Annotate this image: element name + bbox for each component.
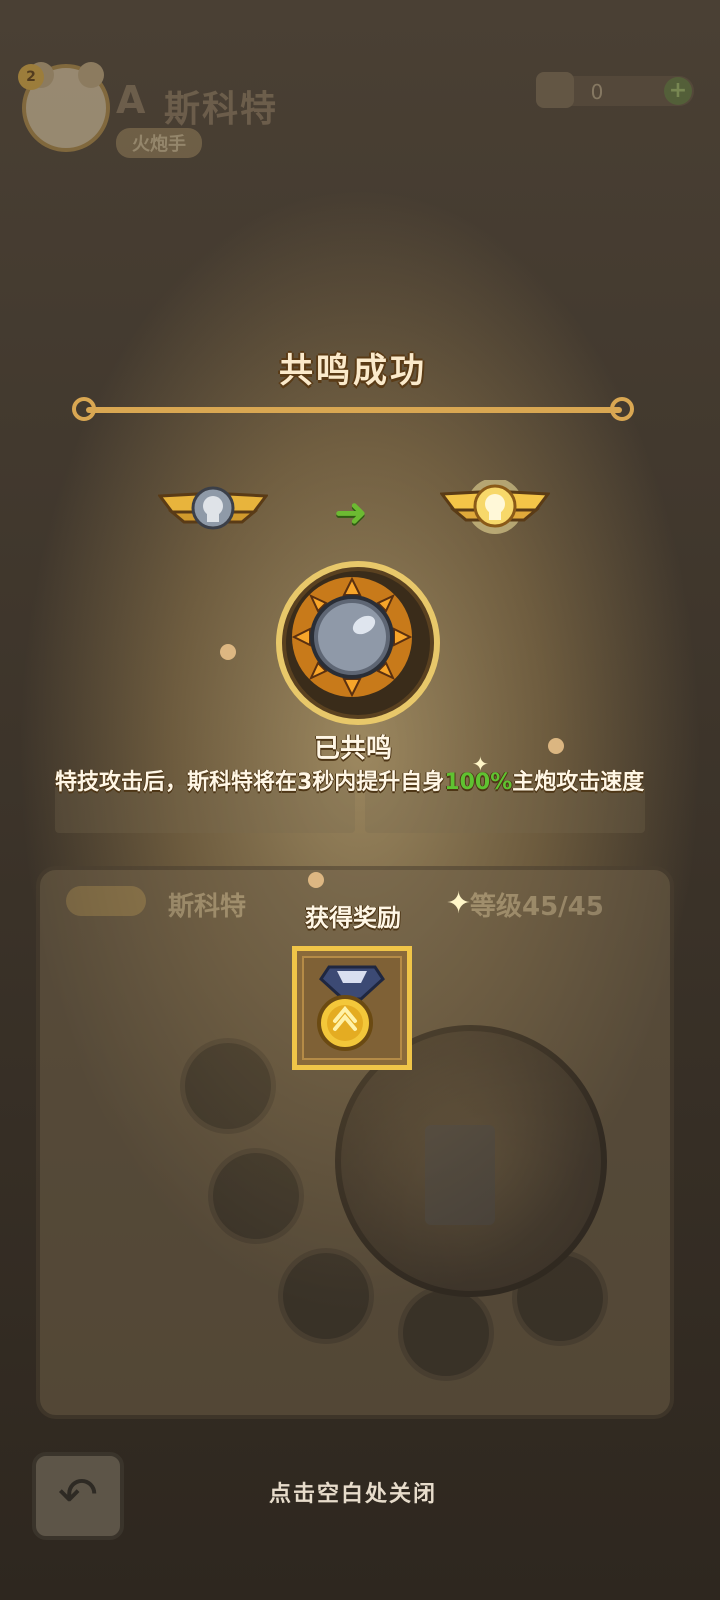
cannon-barrel: [425, 1125, 495, 1225]
resonance-status: 已共鸣: [313, 734, 392, 764]
hero-grade: A: [116, 78, 146, 122]
divider-ornament-right: [610, 397, 634, 421]
title-divider: [86, 407, 622, 413]
divider-ornament-left: [72, 397, 96, 421]
sparkle-icon: ✦: [472, 752, 489, 776]
currency-value: 0: [590, 80, 604, 104]
hero-role-tag: 火炮手: [116, 128, 202, 158]
skill-description: 特技攻击后，斯科特将在3秒内提升自身100%主炮攻击速度: [55, 768, 665, 798]
description-text: 特技攻击后，斯科特将在3秒内提升自身: [55, 770, 445, 795]
glowing-winged-badge-icon: [440, 480, 550, 534]
cannonball-sun-icon: [291, 576, 413, 698]
sparkle-icon: ✦: [446, 886, 472, 921]
skill-node: [278, 1248, 374, 1344]
gold-medal-icon: [317, 965, 385, 1051]
glow-particle: [220, 644, 236, 660]
description-text-end: 主炮攻击速度: [512, 770, 645, 795]
skill-node: [398, 1285, 494, 1381]
level-badge: 2: [18, 64, 44, 90]
currency-bar: 0 +: [536, 72, 694, 108]
glow-particle: [308, 872, 324, 888]
skill-node: [180, 1038, 276, 1134]
winged-badge-icon: [158, 486, 268, 530]
background-ui: 2 A 斯科特 火炮手 0 + 斯科特 等级45/45: [0, 0, 720, 1600]
reward-item[interactable]: [292, 946, 412, 1070]
reward-label: 获得奖励: [305, 904, 401, 932]
popup-title: 共鸣成功: [279, 351, 427, 391]
close-hint[interactable]: 点击空白处关闭: [0, 1476, 706, 1508]
skill-node: [208, 1148, 304, 1244]
add-currency-button[interactable]: +: [664, 77, 692, 105]
skill-icon-frame: [276, 561, 440, 725]
glow-particle: [548, 738, 564, 754]
upgrade-arrow-icon: ➜: [334, 490, 368, 536]
hero-name: 斯科特: [164, 89, 279, 130]
